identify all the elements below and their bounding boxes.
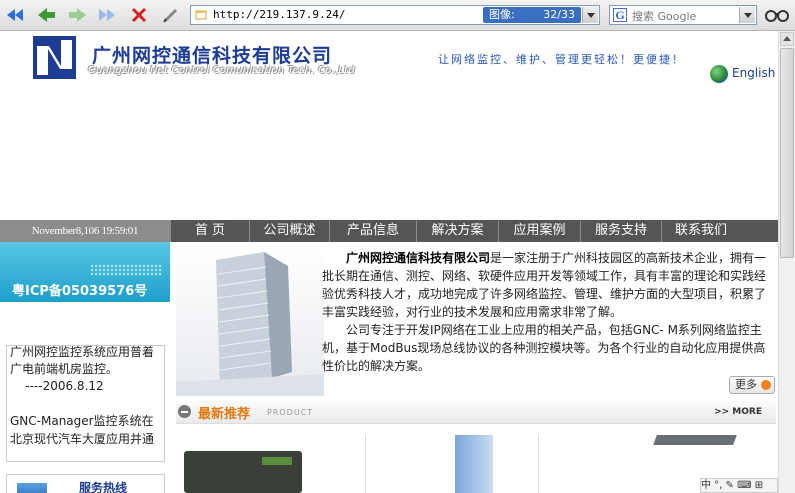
main-nav: November8,106 19:59:01 首 页 公司概述 产品信息 解决方…: [0, 220, 778, 242]
news-line: ----2006.8.12: [10, 379, 104, 393]
nav-item-support[interactable]: 服务支持: [580, 220, 661, 242]
back-icon[interactable]: [36, 4, 58, 26]
slogan: 让网络监控、维护、管理更轻松！更便捷！: [438, 53, 685, 66]
address-text: http://219.137.9.24/: [213, 8, 346, 21]
recommend-title: 最新推荐: [198, 407, 251, 422]
vertical-scrollbar[interactable]: [778, 31, 795, 493]
web-page: 广州网控通信科技有限公司 Guangzhou Net Control Comun…: [0, 31, 778, 493]
intro-paragraph-2: 公司专注于开发IP网络在工业上应用的相关产品，包括GNC- M系列网络监控主机，…: [322, 323, 766, 373]
recommend-more-link[interactable]: >> MORE: [714, 407, 762, 417]
scroll-thumb[interactable]: [780, 48, 794, 258]
intro-company-name: 广州网控通信科技有限公司: [346, 251, 491, 265]
image-counter-value: 32/33: [543, 8, 575, 21]
product-display: [262, 457, 292, 465]
search-box[interactable]: G 搜索 Google: [609, 5, 757, 25]
english-link[interactable]: English: [732, 66, 775, 80]
monitor-icon: [17, 483, 47, 493]
recommend-subtitle: PRODUCT: [267, 408, 314, 417]
news-ticker[interactable]: 广州网控监控系统应用普着 广电前端机房监控。 ----2006.8.12 GNC…: [6, 345, 165, 462]
recommend-header: 最新推荐 PRODUCT >> MORE: [176, 401, 776, 424]
news-line[interactable]: 北京现代汽车大厦应用并通: [10, 430, 154, 447]
company-name-en: Guangzhou Net Control Comunication Tech.…: [88, 65, 355, 76]
dot-pattern: [90, 264, 162, 276]
nav-item-contact[interactable]: 联系我们: [661, 220, 740, 242]
ime-toolbar[interactable]: 中 °, ✎ ⌨ ⊞: [700, 478, 778, 493]
search-dropdown-icon[interactable]: [739, 7, 755, 23]
product-image-panel[interactable]: [653, 435, 737, 445]
news-line[interactable]: 广州网控监控系统应用普着: [10, 346, 154, 360]
company-logo[interactable]: [33, 36, 76, 79]
forward-icon[interactable]: [66, 4, 88, 26]
nav-item-home[interactable]: 首 页: [170, 220, 249, 242]
address-bar[interactable]: http://219.137.9.24/ 图像: 32/33: [190, 5, 600, 25]
product-image-monitor-host[interactable]: [184, 451, 302, 493]
search-input[interactable]: 搜索 Google: [632, 8, 696, 24]
nav-item-cases[interactable]: 应用案例: [498, 220, 580, 242]
stop-icon[interactable]: [128, 4, 150, 26]
google-icon: G: [613, 8, 627, 22]
intro-paragraph-1: 广州网控通信科技有限公司是一家注册于广州科技园区的高新技术企业，拥有一批长期在通…: [322, 249, 774, 321]
nav-item-about[interactable]: 公司概述: [249, 220, 329, 242]
news-line[interactable]: 广电前端机房监控。: [10, 360, 118, 377]
icp-number[interactable]: 粤ICP备05039576号: [12, 280, 147, 299]
more-button[interactable]: 更多: [729, 376, 775, 394]
nav-item-solutions[interactable]: 解决方案: [416, 220, 498, 242]
nav-datetime: November8,106 19:59:01: [0, 220, 170, 242]
product-image-cabinet[interactable]: [455, 435, 493, 493]
minus-circle-icon[interactable]: [178, 405, 191, 418]
browser-toolbar: http://219.137.9.24/ 图像: 32/33 G 搜索 Goog…: [0, 0, 795, 31]
scroll-up-icon[interactable]: [780, 32, 794, 46]
service-hotline[interactable]: 服务热线: [6, 474, 165, 493]
first-icon[interactable]: [4, 4, 26, 26]
image-counter-label: 图像:: [489, 8, 515, 21]
nav-item-products[interactable]: 产品信息: [329, 220, 416, 242]
company-intro: 广州网控通信科技有限公司是一家注册于广州科技园区的高新技术企业，拥有一批长期在通…: [322, 249, 774, 375]
page-icon: [195, 9, 207, 21]
more-label: 更多: [735, 378, 757, 391]
image-counter: 图像: 32/33: [483, 7, 581, 23]
ime-status: 中 °, ✎ ⌨ ⊞: [701, 480, 764, 491]
building-image: [176, 246, 324, 396]
arrow-circle-icon: [761, 380, 771, 390]
company-name: 广州网控通信科技有限公司: [92, 45, 333, 67]
globe-icon[interactable]: [710, 65, 728, 83]
news-line[interactable]: GNC-Manager监控系统在: [10, 412, 154, 429]
edit-icon[interactable]: [160, 4, 182, 26]
sidebar: 粤ICP备05039576号 广州网控监控系统应用普着 广电前端机房监控。 --…: [0, 242, 170, 493]
last-icon[interactable]: [96, 4, 118, 26]
divider: [538, 435, 539, 493]
hotline-title: 服务热线: [79, 481, 128, 493]
binoculars-icon[interactable]: [763, 4, 791, 26]
address-dropdown-icon[interactable]: [582, 7, 598, 23]
icp-banner: 粤ICP备05039576号: [0, 242, 170, 302]
divider: [365, 435, 366, 493]
